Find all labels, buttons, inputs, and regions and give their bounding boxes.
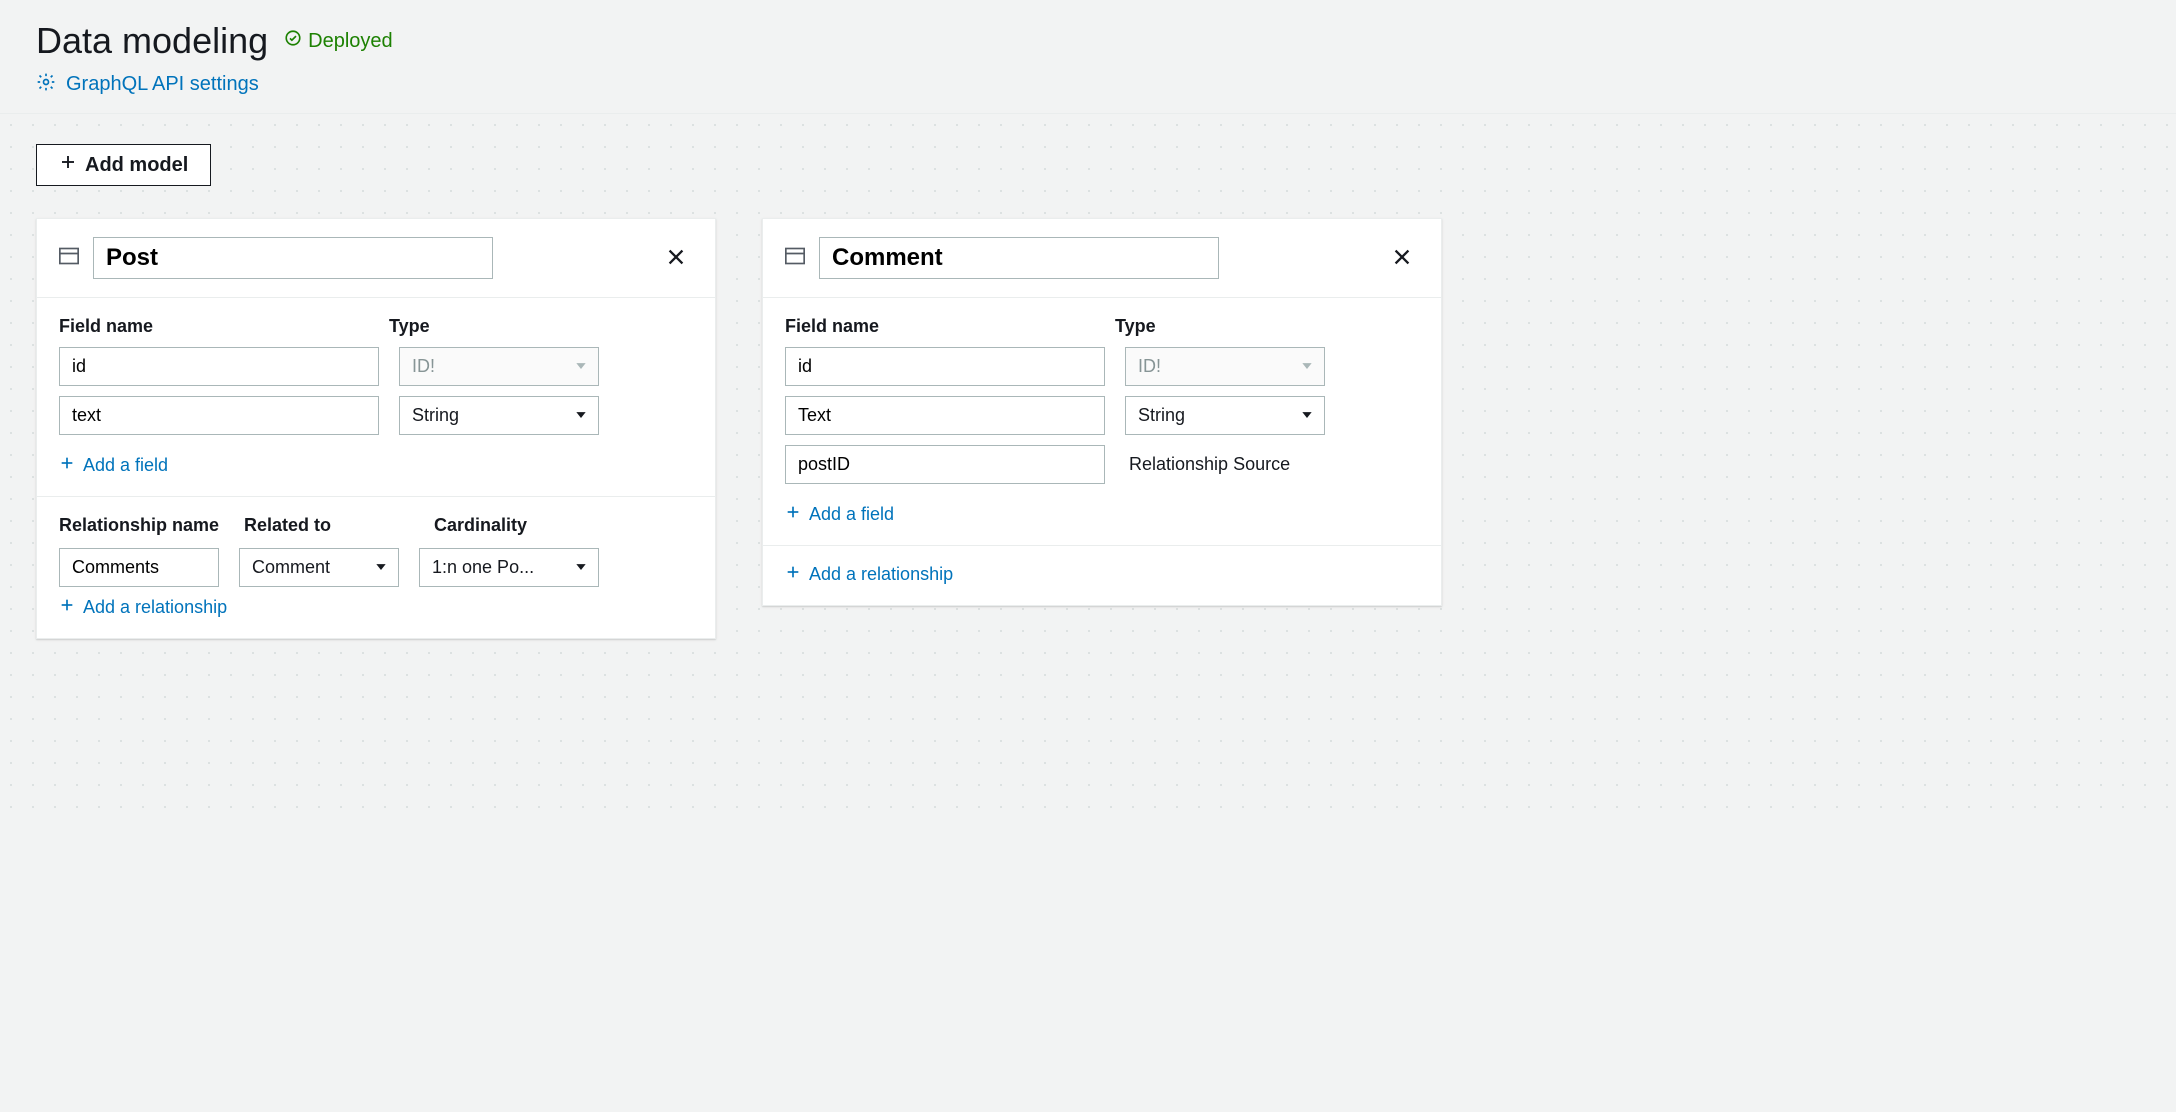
chevron-down-icon	[1300, 405, 1314, 426]
page-header: Data modeling Deployed GraphQL API setti…	[0, 0, 2176, 114]
chevron-down-icon	[574, 356, 588, 377]
relationship-row: Comment 1:n one Po...	[59, 548, 693, 587]
chevron-down-icon	[574, 557, 588, 578]
graphql-api-settings-link[interactable]: GraphQL API settings	[66, 73, 259, 96]
model-card: Field name Type ID! String	[762, 218, 1442, 606]
plus-icon	[59, 153, 77, 177]
plus-icon	[785, 504, 801, 525]
type-header: Type	[389, 316, 693, 337]
model-card: Field name Type ID! String	[36, 218, 716, 639]
plus-icon	[59, 597, 75, 618]
close-icon	[665, 256, 687, 271]
add-field-button[interactable]: Add a field	[785, 504, 894, 525]
model-name-input[interactable]	[819, 237, 1219, 279]
chevron-down-icon	[574, 405, 588, 426]
field-type-select: ID!	[1125, 347, 1325, 386]
field-name-input[interactable]	[785, 396, 1105, 435]
model-name-input[interactable]	[93, 237, 493, 279]
cardinality-select[interactable]: 1:n one Po...	[419, 548, 599, 587]
relationship-name-header: Relationship name	[59, 515, 224, 536]
page-title: Data modeling	[36, 20, 268, 62]
plus-icon	[59, 455, 75, 476]
delete-model-button[interactable]	[1385, 240, 1419, 277]
related-to-select[interactable]: Comment	[239, 548, 399, 587]
relationship-name-input[interactable]	[59, 548, 219, 587]
field-name-input[interactable]	[59, 396, 379, 435]
table-icon	[59, 247, 93, 270]
field-name-header: Field name	[785, 316, 1115, 337]
field-name-input[interactable]	[59, 347, 379, 386]
field-type-select[interactable]: String	[399, 396, 599, 435]
add-relationship-button[interactable]: Add a relationship	[59, 597, 227, 618]
field-row: String	[785, 396, 1419, 435]
add-model-label: Add model	[85, 154, 188, 177]
field-type-select: ID!	[399, 347, 599, 386]
table-icon	[785, 247, 819, 270]
field-row: ID!	[785, 347, 1419, 386]
check-circle-icon	[284, 29, 302, 53]
modeling-canvas: Add model	[0, 114, 2176, 814]
cardinality-header: Cardinality	[434, 515, 693, 536]
field-row: Relationship Source	[785, 445, 1419, 484]
field-type-select[interactable]: String	[1125, 396, 1325, 435]
field-name-input[interactable]	[785, 347, 1105, 386]
plus-icon	[785, 564, 801, 585]
type-header: Type	[1115, 316, 1419, 337]
add-field-button[interactable]: Add a field	[59, 455, 168, 476]
add-model-button[interactable]: Add model	[36, 144, 211, 186]
deploy-status-badge: Deployed	[284, 29, 393, 53]
field-row: ID!	[59, 347, 693, 386]
field-name-header: Field name	[59, 316, 389, 337]
add-relationship-button[interactable]: Add a relationship	[785, 564, 953, 585]
related-to-header: Related to	[244, 515, 414, 536]
field-name-input[interactable]	[785, 445, 1105, 484]
chevron-down-icon	[1300, 356, 1314, 377]
close-icon	[1391, 256, 1413, 271]
relationship-source-label: Relationship Source	[1125, 446, 1290, 483]
delete-model-button[interactable]	[659, 240, 693, 277]
field-row: String	[59, 396, 693, 435]
gear-icon	[36, 72, 56, 97]
chevron-down-icon	[374, 557, 388, 578]
deploy-status-text: Deployed	[308, 30, 393, 53]
